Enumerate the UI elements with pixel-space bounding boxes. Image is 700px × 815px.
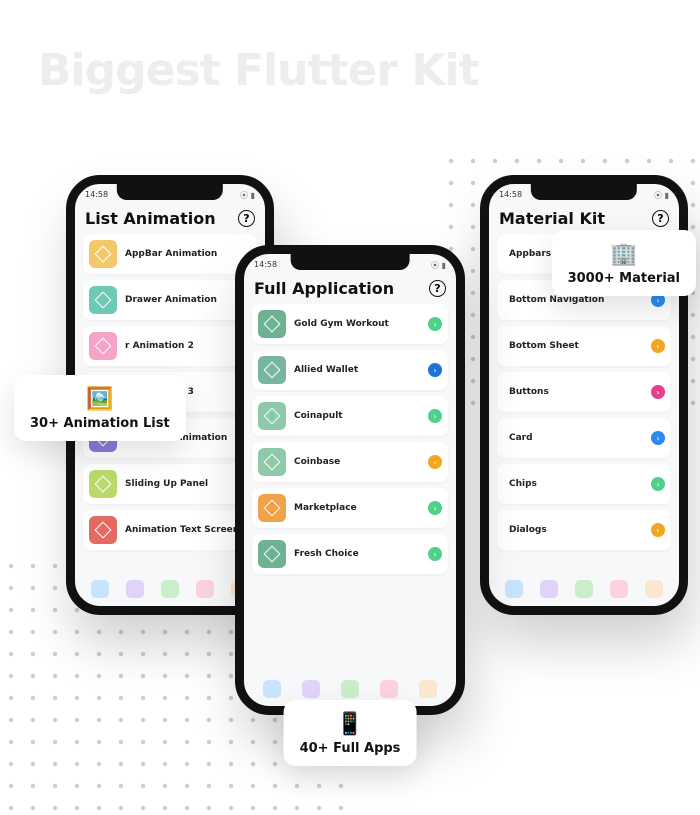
- list-item[interactable]: AppBar Animation: [83, 234, 257, 274]
- chevron-right-icon[interactable]: ›: [651, 339, 665, 353]
- item-label: Marketplace: [294, 503, 428, 513]
- help-icon[interactable]: ?: [652, 210, 669, 227]
- badge-full-apps: 📱 40+ Full Apps: [284, 700, 417, 766]
- status-time: 14:58: [254, 260, 277, 271]
- list-item[interactable]: Marketplace›: [252, 488, 448, 528]
- phone-full-application: 14:58 ⦿ ▮ Full Application ? Gold Gym Wo…: [235, 245, 465, 715]
- item-label: Drawer Animation: [125, 295, 251, 305]
- badge-label: 30+ Animation List: [30, 416, 170, 431]
- item-icon: [89, 286, 117, 314]
- chevron-right-icon[interactable]: ›: [428, 455, 442, 469]
- page-title: List Animation: [85, 209, 216, 228]
- list-item[interactable]: Gold Gym Workout›: [252, 304, 448, 344]
- phone-notch-icon: [531, 184, 637, 200]
- chevron-right-icon[interactable]: ›: [651, 477, 665, 491]
- list-item[interactable]: Sliding Up Panel: [83, 464, 257, 504]
- status-icons-icon: ⦿ ▮: [431, 260, 446, 271]
- help-icon[interactable]: ?: [429, 280, 446, 297]
- list-item[interactable]: Bottom Sheet›: [497, 326, 671, 366]
- list-item[interactable]: Chips›: [497, 464, 671, 504]
- chevron-right-icon[interactable]: ›: [428, 409, 442, 423]
- list-item[interactable]: Buttons›: [497, 372, 671, 412]
- item-icon: [89, 516, 117, 544]
- bottom-nav[interactable]: [489, 576, 679, 602]
- list-item[interactable]: Coinbase›: [252, 442, 448, 482]
- item-label: Chips: [509, 479, 651, 489]
- item-label: Bottom Sheet: [509, 341, 651, 351]
- hero-title: Biggest Flutter Kit: [38, 45, 479, 96]
- item-icon: [258, 402, 286, 430]
- badge-label: 40+ Full Apps: [300, 741, 401, 756]
- full-app-list: Gold Gym Workout›Allied Wallet›Coinapult…: [244, 302, 456, 582]
- list-item[interactable]: Animation Text Screen: [83, 510, 257, 550]
- list-item[interactable]: Card›: [497, 418, 671, 458]
- item-icon: [89, 470, 117, 498]
- item-label: Sliding Up Panel: [125, 479, 251, 489]
- item-label: r Animation 2: [125, 341, 251, 351]
- phone-notch-icon: [291, 254, 410, 270]
- list-item[interactable]: r Animation 2: [83, 326, 257, 366]
- animation-icon: 🖼️: [86, 387, 113, 412]
- item-icon: [89, 240, 117, 268]
- item-label: Coinapult: [294, 411, 428, 421]
- list-item[interactable]: Fresh Choice›: [252, 534, 448, 574]
- item-label: Fresh Choice: [294, 549, 428, 559]
- help-icon[interactable]: ?: [238, 210, 255, 227]
- item-label: Buttons: [509, 387, 651, 397]
- item-icon: [89, 332, 117, 360]
- item-label: Gold Gym Workout: [294, 319, 428, 329]
- item-icon: [258, 540, 286, 568]
- item-label: Coinbase: [294, 457, 428, 467]
- item-icon: [258, 310, 286, 338]
- item-icon: [258, 448, 286, 476]
- list-item[interactable]: Coinapult›: [252, 396, 448, 436]
- chevron-right-icon[interactable]: ›: [651, 385, 665, 399]
- building-icon: 🏢: [610, 242, 637, 267]
- chevron-right-icon[interactable]: ›: [651, 431, 665, 445]
- item-icon: [258, 356, 286, 384]
- status-icons-icon: ⦿ ▮: [654, 190, 669, 201]
- badge-animation-list: 🖼️ 30+ Animation List: [14, 375, 186, 441]
- chevron-right-icon[interactable]: ›: [651, 523, 665, 537]
- status-icons-icon: ⦿ ▮: [240, 190, 255, 201]
- item-label: Allied Wallet: [294, 365, 428, 375]
- badge-material: 🏢 3000+ Material: [552, 230, 696, 296]
- item-label: Card: [509, 433, 651, 443]
- item-label: AppBar Animation: [125, 249, 251, 259]
- chevron-right-icon[interactable]: ›: [428, 501, 442, 515]
- status-time: 14:58: [85, 190, 108, 201]
- list-item[interactable]: Dialogs›: [497, 510, 671, 550]
- item-icon: [258, 494, 286, 522]
- item-label: Animation Text Screen: [125, 525, 251, 535]
- phone-notch-icon: [117, 184, 223, 200]
- page-title: Material Kit: [499, 209, 605, 228]
- list-item[interactable]: Drawer Animation: [83, 280, 257, 320]
- bottom-nav[interactable]: [244, 676, 456, 702]
- chevron-right-icon[interactable]: ›: [428, 547, 442, 561]
- badge-label: 3000+ Material: [568, 271, 680, 286]
- item-label: Bottom Navigation: [509, 295, 651, 305]
- chevron-right-icon[interactable]: ›: [428, 317, 442, 331]
- apps-icon: 📱: [336, 712, 363, 737]
- list-item[interactable]: Allied Wallet›: [252, 350, 448, 390]
- page-title: Full Application: [254, 279, 394, 298]
- status-time: 14:58: [499, 190, 522, 201]
- chevron-right-icon[interactable]: ›: [428, 363, 442, 377]
- item-label: Dialogs: [509, 525, 651, 535]
